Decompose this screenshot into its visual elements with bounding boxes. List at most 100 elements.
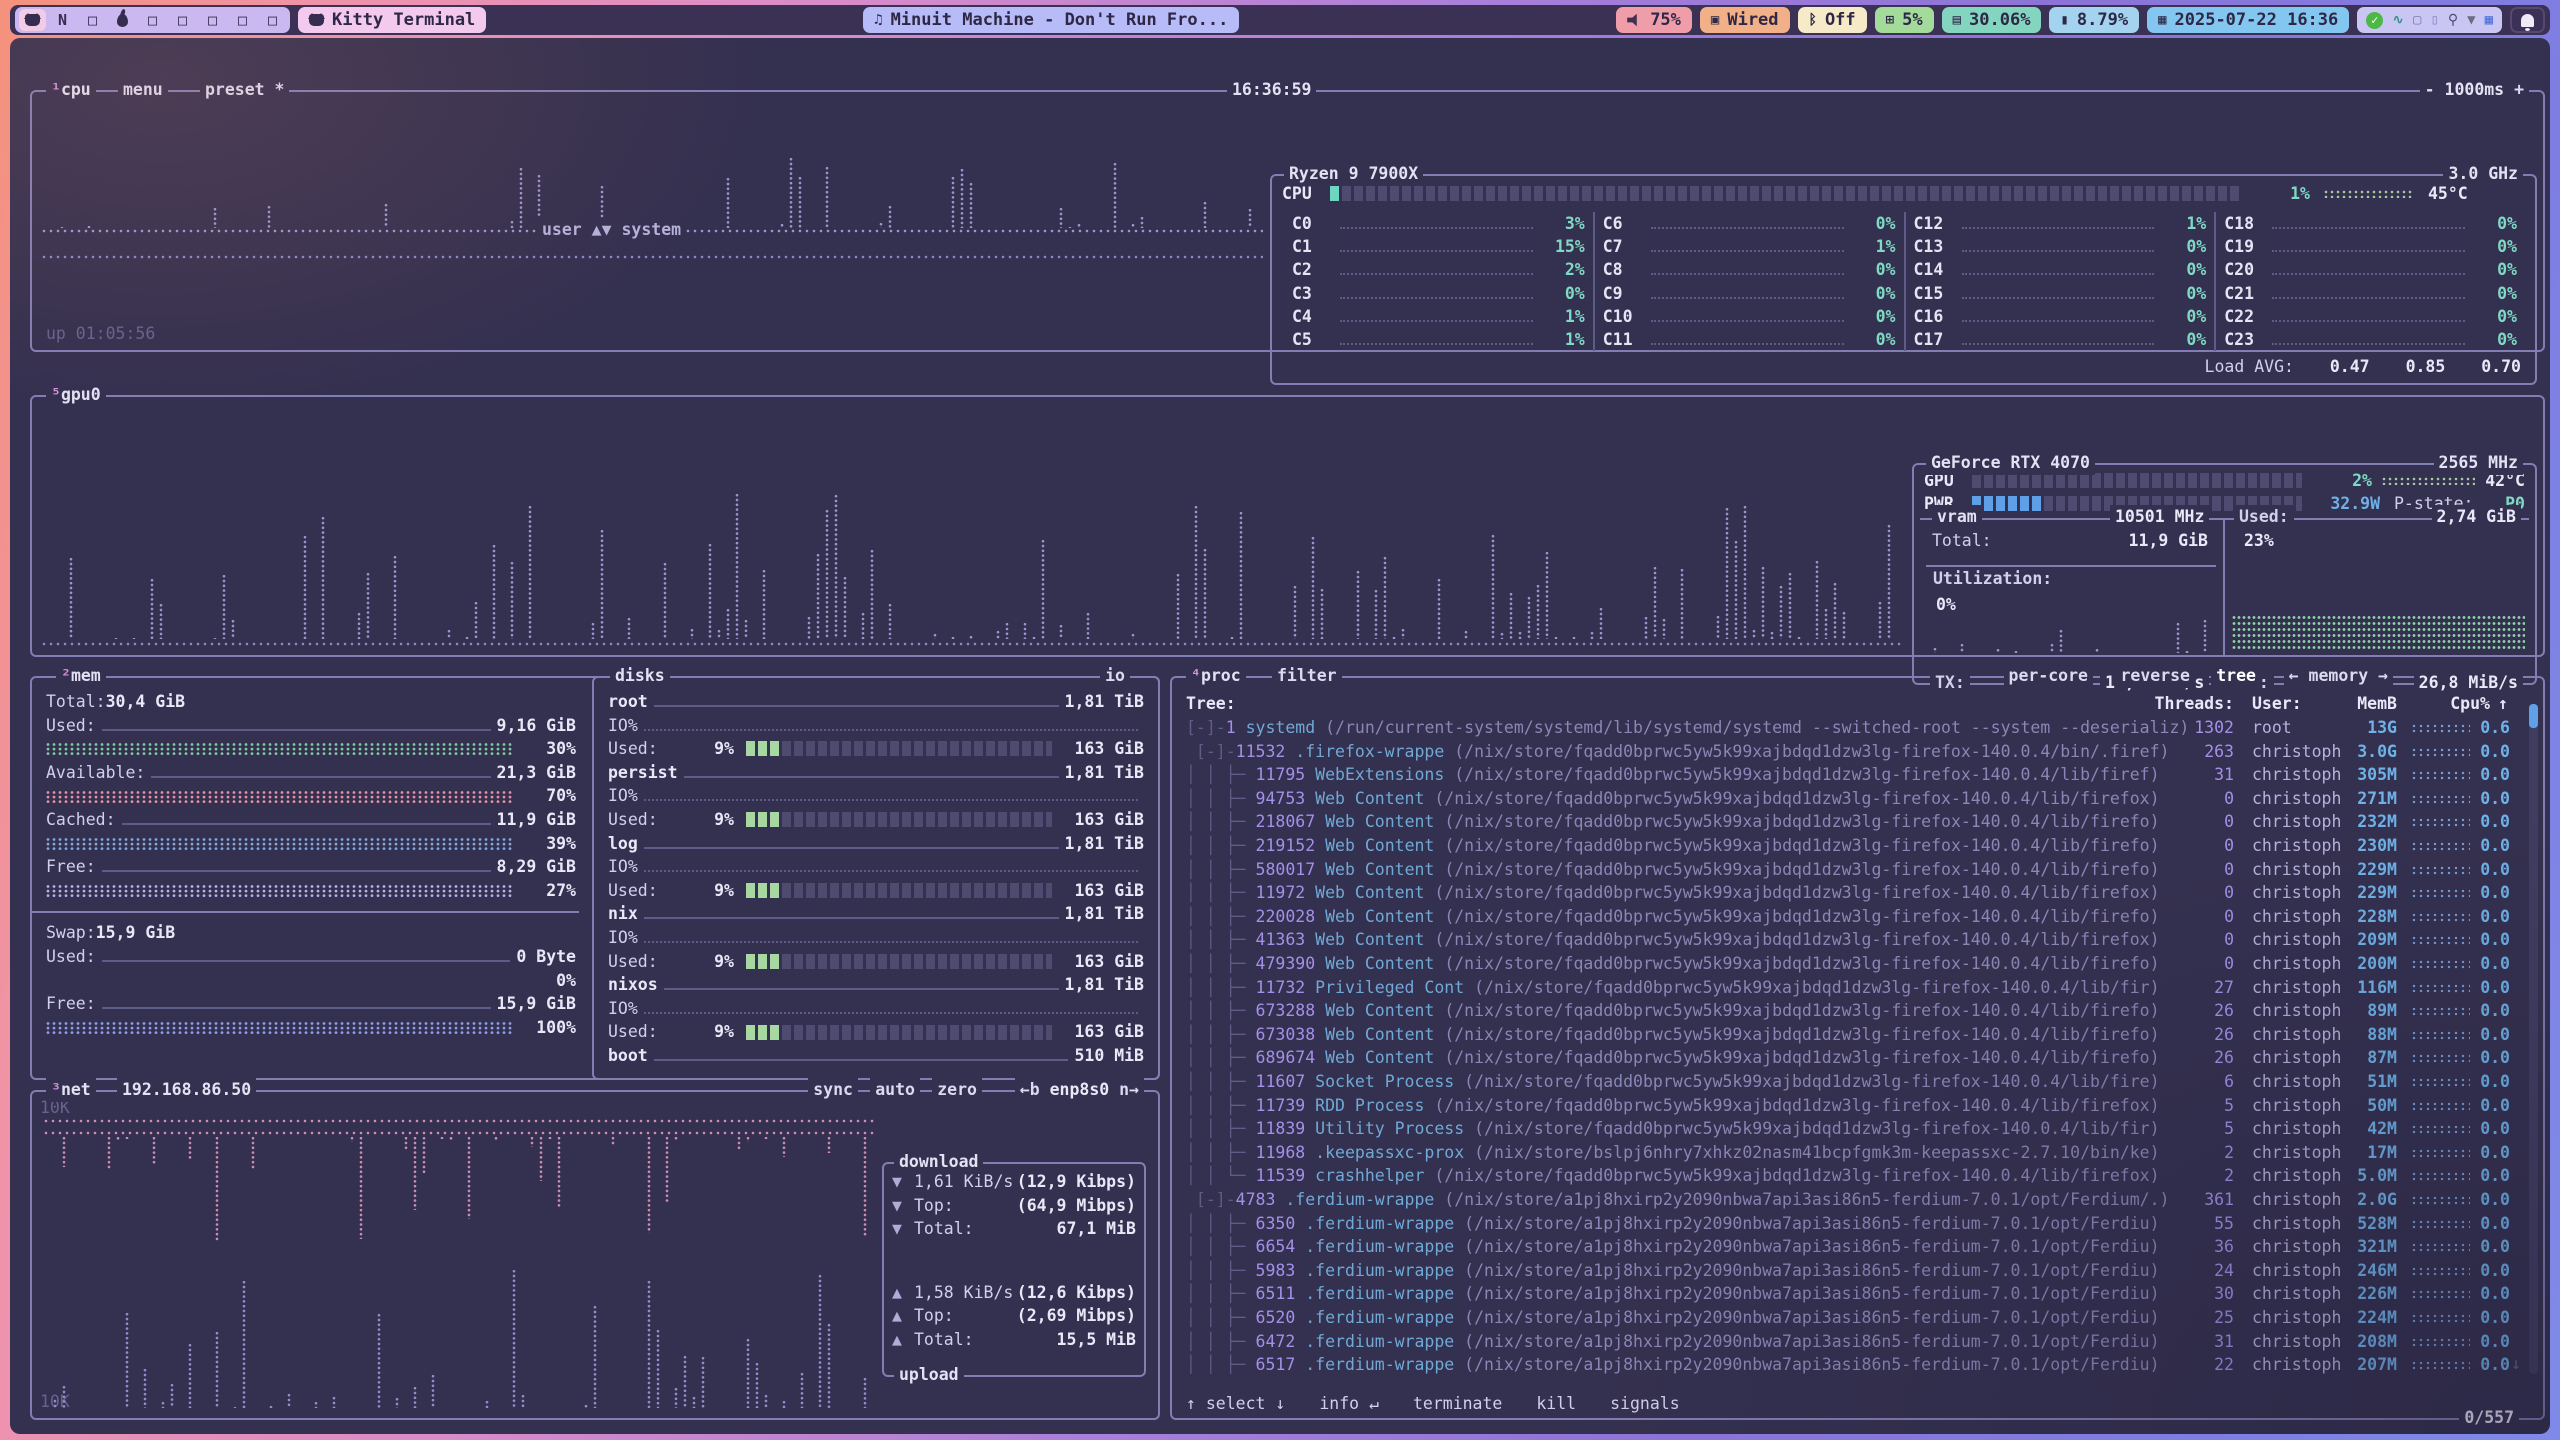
sync-ok-icon[interactable]: ✓ bbox=[2366, 12, 2383, 29]
workspace-terminal[interactable] bbox=[19, 9, 46, 31]
bluetooth-module[interactable]: ᛒOff bbox=[1798, 7, 1867, 33]
process-row[interactable]: │ │ ├─ 218067 Web Content (/nix/store/fq… bbox=[1172, 810, 2521, 834]
proc-scrollbar[interactable] bbox=[2529, 704, 2538, 1374]
reverse-button[interactable]: reverse bbox=[2115, 664, 2195, 688]
disk-io-graph bbox=[644, 941, 1138, 943]
phone-link-icon[interactable]: ▯ bbox=[2430, 12, 2438, 28]
process-row[interactable]: │ │ ├─ 6350 .ferdium-wrappe (/nix/store/… bbox=[1172, 1212, 2521, 1236]
clock-module[interactable]: ▦2025-07-22 16:36 bbox=[2147, 7, 2349, 33]
nm-applet-icon[interactable]: ▼ bbox=[2467, 12, 2475, 28]
workspace-workspace-6[interactable]: □ bbox=[169, 9, 196, 31]
user-header[interactable]: User: bbox=[2252, 692, 2302, 716]
process-row[interactable]: │ │ ├─ 11739 RDD Process (/nix/store/fqa… bbox=[1172, 1094, 2521, 1118]
process-row[interactable]: [-]-1 systemd (/run/current-system/syste… bbox=[1172, 716, 2521, 740]
process-row[interactable]: │ │ ├─ 11732 Privileged Cont (/nix/store… bbox=[1172, 976, 2521, 1000]
mem-meter-row: 30% bbox=[46, 737, 576, 761]
process-row[interactable]: │ │ ├─ 41363 Web Content (/nix/store/fqa… bbox=[1172, 928, 2521, 952]
keepassxc-icon[interactable]: ⚲ bbox=[2448, 12, 2458, 28]
workspace-editor[interactable]: N bbox=[49, 9, 76, 31]
preset-button[interactable]: preset * bbox=[200, 78, 289, 102]
footer-action-4[interactable]: signals bbox=[1610, 1394, 1680, 1413]
process-cpu: 0.0 bbox=[2450, 810, 2510, 834]
net-zero-button[interactable]: zero bbox=[932, 1078, 982, 1102]
tree-branch: │ │ ├─ bbox=[1186, 954, 1256, 973]
volume-module[interactable]: 75% bbox=[1616, 7, 1692, 33]
mem-meter-percent: 39% bbox=[512, 832, 576, 856]
footer-action-0[interactable]: ↑ select ↓ bbox=[1186, 1394, 1285, 1413]
process-row[interactable]: │ │ ├─ 6517 .ferdium-wrappe (/nix/store/… bbox=[1172, 1353, 2521, 1374]
sort-column-selector[interactable]: ← memory → bbox=[2284, 664, 2393, 688]
core-percent: 0% bbox=[2471, 258, 2517, 282]
process-row[interactable]: │ │ ├─ 673288 Web Content (/nix/store/fq… bbox=[1172, 999, 2521, 1023]
tree-button[interactable]: tree bbox=[2211, 664, 2261, 688]
core-graph bbox=[1340, 297, 1533, 299]
workspace-workspace-3[interactable]: □ bbox=[79, 9, 106, 31]
disk-usage-module[interactable]: ▮8.79% bbox=[2049, 7, 2139, 33]
memb-header[interactable]: MemB bbox=[2317, 692, 2397, 716]
footer-action-1[interactable]: info ↵ bbox=[1319, 1394, 1379, 1413]
menu-button[interactable]: menu bbox=[118, 78, 168, 102]
process-row[interactable]: │ │ ├─ 5983 .ferdium-wrappe (/nix/store/… bbox=[1172, 1259, 2521, 1283]
process-row[interactable]: │ │ ├─ 220028 Web Content (/nix/store/fq… bbox=[1172, 905, 2521, 929]
workspace-browser[interactable] bbox=[109, 9, 136, 31]
interval-plus-button[interactable]: + bbox=[2514, 80, 2524, 99]
io-mode-button[interactable]: io bbox=[1100, 664, 1130, 688]
net-sync-button[interactable]: sync bbox=[808, 1078, 858, 1102]
workspace-workspace-7[interactable]: □ bbox=[199, 9, 226, 31]
network-module[interactable]: ▣Wired bbox=[1700, 7, 1790, 33]
process-row[interactable]: [-]-11532 .firefox-wrappe (/nix/store/fq… bbox=[1172, 740, 2521, 764]
cpu-usage-module[interactable]: ⊞5% bbox=[1875, 7, 1934, 33]
net-auto-button[interactable]: auto bbox=[870, 1078, 920, 1102]
memory-usage-module[interactable]: ▤30.06% bbox=[1942, 7, 2042, 33]
interval-minus-button[interactable]: - bbox=[2425, 80, 2435, 99]
cpu-header[interactable]: Cpu% bbox=[2430, 692, 2490, 716]
process-row[interactable]: │ │ ├─ 11968 .keepassxc-prox (/nix/store… bbox=[1172, 1141, 2521, 1165]
scroll-more-icon[interactable]: ↓ bbox=[2511, 1352, 2521, 1376]
core-cell: C150% bbox=[1914, 282, 2207, 305]
process-row[interactable]: │ │ ├─ 689674 Web Content (/nix/store/fq… bbox=[1172, 1046, 2521, 1070]
net-prev-interface-button[interactable]: ←b bbox=[1020, 1080, 1040, 1099]
workspace-workspace-9[interactable]: □ bbox=[259, 9, 286, 31]
gpu-util-percent: 2% bbox=[2302, 469, 2372, 493]
filter-button[interactable]: filter bbox=[1272, 664, 1342, 688]
core-percent: 1% bbox=[2160, 212, 2206, 236]
process-name: crashhelper bbox=[1315, 1166, 1434, 1185]
window-title-pill[interactable]: Kitty Terminal bbox=[298, 7, 486, 33]
workspace-workspace-5[interactable]: □ bbox=[139, 9, 166, 31]
threads-header[interactable]: Threads: bbox=[2114, 692, 2234, 716]
footer-action-3[interactable]: kill bbox=[1536, 1394, 1576, 1413]
disk-used-row: Used:9%163 GiB bbox=[608, 737, 1144, 761]
process-row[interactable]: │ │ ├─ 11795 WebExtensions (/nix/store/f… bbox=[1172, 763, 2521, 787]
workspace-workspace-8[interactable]: □ bbox=[229, 9, 256, 31]
process-name: .ferdium-wrappe bbox=[1305, 1355, 1464, 1374]
process-row[interactable]: [-]-4783 .ferdium-wrappe (/nix/store/a1p… bbox=[1172, 1188, 2521, 1212]
grid-app-icon[interactable]: ▦ bbox=[2485, 12, 2493, 28]
process-row[interactable]: │ │ ├─ 219152 Web Content (/nix/store/fq… bbox=[1172, 834, 2521, 858]
core-cell: C121% bbox=[1914, 212, 2207, 235]
notification-button[interactable] bbox=[2510, 7, 2545, 33]
process-row[interactable]: │ │ ├─ 6511 .ferdium-wrappe (/nix/store/… bbox=[1172, 1282, 2521, 1306]
process-mem: 528M bbox=[2317, 1212, 2397, 1236]
net-stat-value: (2,69 Mibps) bbox=[954, 1304, 1136, 1328]
process-row[interactable]: │ │ ├─ 11607 Socket Process (/nix/store/… bbox=[1172, 1070, 2521, 1094]
process-row[interactable]: │ │ ├─ 11972 Web Content (/nix/store/fqa… bbox=[1172, 881, 2521, 905]
proc-scrollbar-thumb[interactable] bbox=[2529, 704, 2538, 728]
net-next-interface-button[interactable]: n→ bbox=[1119, 1080, 1139, 1099]
process-row[interactable]: │ │ ├─ 673038 Web Content (/nix/store/fq… bbox=[1172, 1023, 2521, 1047]
process-row[interactable]: │ │ ├─ 6520 .ferdium-wrappe (/nix/store/… bbox=[1172, 1306, 2521, 1330]
process-row[interactable]: │ │ ├─ 580017 Web Content (/nix/store/fq… bbox=[1172, 858, 2521, 882]
process-row[interactable]: │ │ └─ 11539 crashhelper (/nix/store/fqa… bbox=[1172, 1164, 2521, 1188]
disk-name: log bbox=[608, 832, 638, 856]
clipboard-app-icon[interactable]: ▢ bbox=[2413, 12, 2421, 28]
wave-app-icon[interactable]: ∿ bbox=[2392, 12, 2404, 28]
process-row[interactable]: │ │ ├─ 6472 .ferdium-wrappe (/nix/store/… bbox=[1172, 1330, 2521, 1354]
process-row[interactable]: │ │ ├─ 94753 Web Content (/nix/store/fqa… bbox=[1172, 787, 2521, 811]
core-label: C22 bbox=[2224, 305, 2266, 329]
footer-action-2[interactable]: terminate bbox=[1413, 1394, 1502, 1413]
music-player[interactable]: ♫ Minuit Machine - Don't Run Fro... bbox=[863, 7, 1239, 33]
process-row[interactable]: │ │ ├─ 479390 Web Content (/nix/store/fq… bbox=[1172, 952, 2521, 976]
process-row[interactable]: │ │ ├─ 11839 Utility Process (/nix/store… bbox=[1172, 1117, 2521, 1141]
process-row[interactable]: │ │ ├─ 6654 .ferdium-wrappe (/nix/store/… bbox=[1172, 1235, 2521, 1259]
mem-meter bbox=[46, 884, 512, 897]
per-core-button[interactable]: per-core bbox=[2004, 664, 2093, 688]
